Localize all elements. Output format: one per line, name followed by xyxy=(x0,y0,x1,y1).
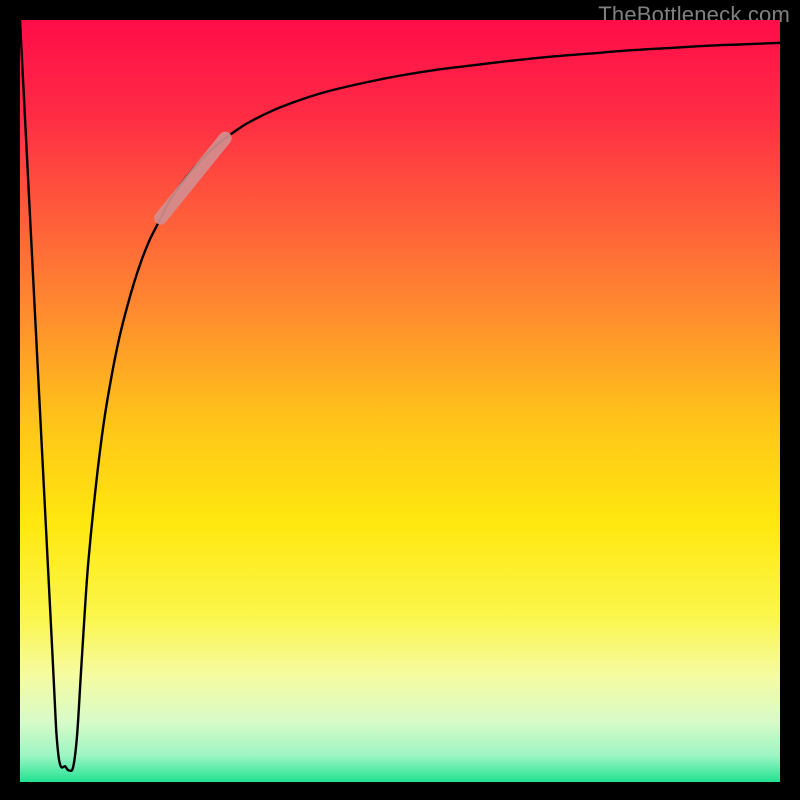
bottleneck-chart xyxy=(20,20,780,782)
image-root: TheBottleneck.com xyxy=(0,0,800,800)
chart-background-gradient xyxy=(20,20,780,782)
